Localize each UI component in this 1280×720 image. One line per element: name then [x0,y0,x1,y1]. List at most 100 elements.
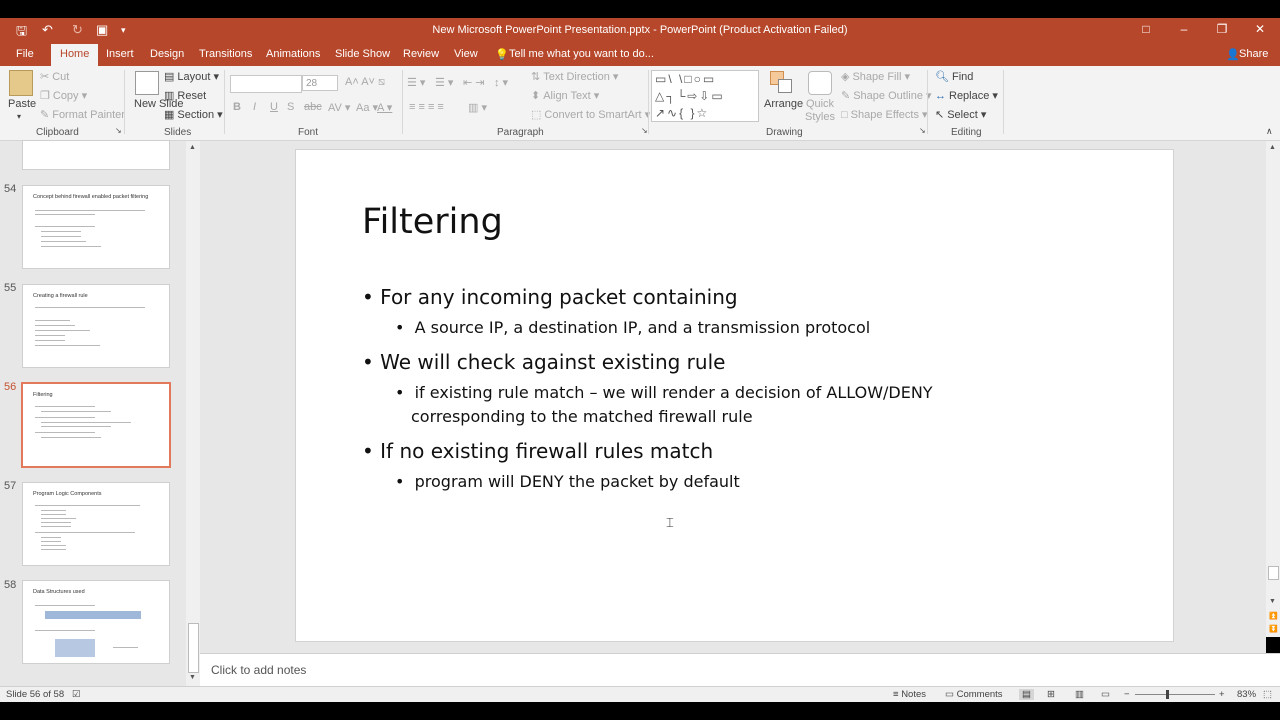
normal-view-icon[interactable]: ▤ [1019,689,1034,700]
grow-font-icon[interactable]: A˄ A˅ [345,76,375,88]
clipboard-launcher-icon[interactable]: ↘ [115,126,122,135]
drawing-launcher-icon[interactable]: ↘ [919,126,926,135]
format-painter-button[interactable]: ✎ Format Painter [40,108,125,121]
font-name-field[interactable] [230,75,302,93]
cut-button[interactable]: ✂ Cut [40,70,69,83]
copy-button[interactable]: ❐ Copy ▾ [40,89,87,102]
next-slide-icon[interactable]: ⏬ [1269,625,1278,633]
paste-icon[interactable] [9,70,33,96]
font-color-icon[interactable]: A ▾ [377,101,392,114]
quick-styles-button[interactable]: Quick Styles [805,98,835,124]
tab-transitions[interactable]: Transitions [199,48,252,60]
tell-me-box[interactable]: Tell me what you want to do... [509,48,654,60]
bullet-level1[interactable]: • For any incoming packet containing [362,285,738,309]
zoom-in-icon[interactable]: + [1219,689,1225,700]
section-button[interactable]: ▦ Section ▾ [164,108,223,121]
shape-fill-button[interactable]: ◈ Shape Fill ▾ [841,70,910,83]
thumbnail-scrollbar[interactable]: ▲ ▼ [186,141,200,686]
columns-icon[interactable]: ▥ ▾ [468,101,487,114]
paragraph-launcher-icon[interactable]: ↘ [641,126,648,135]
scroll-up-icon[interactable]: ▲ [189,144,196,151]
change-case-icon[interactable]: Aa ▾ [356,101,378,114]
bullet-continuation[interactable]: corresponding to the matched firewall ru… [411,407,753,426]
slide-thumbnail[interactable]: Program Logic Components [22,482,170,566]
strikethrough-button[interactable]: abc [304,101,322,113]
shape-outline-button[interactable]: ✎ Shape Outline ▾ [841,89,932,102]
replace-button[interactable]: ↔ Replace ▾ [935,89,998,102]
share-button[interactable]: Share [1239,48,1268,60]
bullet-level2[interactable]: • A source IP, a destination IP, and a t… [395,318,870,337]
tab-insert[interactable]: Insert [106,48,134,60]
notes-placeholder[interactable]: Click to add notes [211,663,306,677]
comments-button[interactable]: ▭ Comments [945,689,1003,700]
arrange-button[interactable]: Arrange [764,98,803,110]
bold-button[interactable]: B [233,101,241,113]
tab-slide-show[interactable]: Slide Show [335,48,390,60]
scroll-down-icon[interactable]: ▼ [1269,598,1276,605]
arrange-icon[interactable] [770,71,792,93]
select-button[interactable]: ↖ Select ▾ [935,108,986,121]
shadow-button[interactable]: S [287,101,294,113]
align-text-button[interactable]: ⬍ Align Text ▾ [531,89,599,102]
slide-thumbnail-partial[interactable] [22,140,170,170]
close-icon[interactable]: ✕ [1245,22,1275,36]
bullets-icon[interactable]: ☰ ▾ [407,76,425,89]
italic-button[interactable]: I [253,101,256,113]
tab-design[interactable]: Design [150,48,184,60]
char-spacing-icon[interactable]: AV ▾ [328,101,350,114]
bullet-level2[interactable]: • program will DENY the packet by defaul… [395,472,740,491]
fit-to-window-icon[interactable]: ⬚ [1263,689,1272,700]
underline-button[interactable]: U [270,101,278,113]
slideshow-view-icon[interactable]: ▭ [1101,689,1110,700]
previous-slide-icon[interactable]: ⏫ [1269,612,1278,620]
collapse-ribbon-icon[interactable]: ∧ [1266,126,1273,137]
scroll-down-icon[interactable]: ▼ [189,674,196,681]
quick-styles-icon[interactable] [808,71,832,95]
tab-view[interactable]: View [454,48,478,60]
ribbon-display-icon[interactable]: □ [1131,22,1161,36]
indent-icons[interactable]: ⇤ ⇥ [463,76,485,89]
numbering-icon[interactable]: ☰ ▾ [435,76,453,89]
slide-canvas[interactable]: Filtering • For any incoming packet cont… [295,149,1174,642]
bullet-level2[interactable]: • if existing rule match – we will rende… [395,383,933,402]
scroll-up-icon[interactable]: ▲ [1269,144,1276,151]
zoom-level[interactable]: 83% [1237,689,1256,700]
slide-thumbnail-selected[interactable]: Filtering [21,382,171,468]
clear-formatting-icon[interactable]: ⧅ [378,76,385,89]
new-slide-icon[interactable] [135,71,159,95]
tab-review[interactable]: Review [403,48,439,60]
slide-scrollbar[interactable]: ▲ ▼ ⏫ ⏬ [1266,141,1280,637]
slide-thumbnail[interactable]: Creating a firewall rule [22,284,170,368]
notes-pane[interactable]: Click to add notes [200,653,1280,687]
shapes-gallery[interactable]: ▭\ \□○▭ △┐└⇨⇩▭ ↗∿{ }☆ [651,70,759,122]
slide-title[interactable]: Filtering [362,202,503,242]
tab-animations[interactable]: Animations [266,48,320,60]
zoom-slider[interactable] [1135,694,1215,695]
slide-thumbnail[interactable]: Data Structures used [22,580,170,664]
scroll-thumb[interactable] [188,623,199,673]
smartart-button[interactable]: ⬚ Convert to SmartArt ▾ [531,108,650,121]
reset-button[interactable]: ▥ Reset [164,89,206,102]
slide-sorter-icon[interactable]: ⊞ [1047,689,1055,700]
minimize-icon[interactable]: – [1169,22,1199,36]
font-size-field[interactable]: 28 [302,75,338,91]
text-direction-button[interactable]: ⇅ Text Direction ▾ [531,70,618,83]
slide-thumbnail[interactable]: Concept behind firewall enabled packet f… [22,185,170,269]
paste-button[interactable]: Paste [8,98,36,110]
tab-home[interactable]: Home [51,44,99,66]
spellcheck-icon[interactable]: ☑ [72,689,81,700]
reading-view-icon[interactable]: ▥ [1075,689,1084,700]
tab-file[interactable]: File [16,48,34,60]
layout-button[interactable]: ▤ Layout ▾ [164,70,219,83]
zoom-out-icon[interactable]: − [1124,689,1130,700]
align-icons[interactable]: ≡ ≡ ≡ ≡ [409,101,444,113]
scroll-thumb[interactable] [1268,566,1279,580]
line-spacing-icon[interactable]: ↕ ▾ [494,76,508,89]
zoom-slider-thumb[interactable] [1166,690,1169,699]
restore-icon[interactable]: ❐ [1207,22,1237,36]
find-button[interactable]: 🔍︎ Find [935,70,973,83]
bullet-level1[interactable]: • We will check against existing rule [362,350,725,374]
shape-effects-button[interactable]: □ Shape Effects ▾ [841,108,928,121]
notes-button[interactable]: ≡ Notes [893,689,926,700]
bullet-level1[interactable]: • If no existing firewall rules match [362,439,713,463]
